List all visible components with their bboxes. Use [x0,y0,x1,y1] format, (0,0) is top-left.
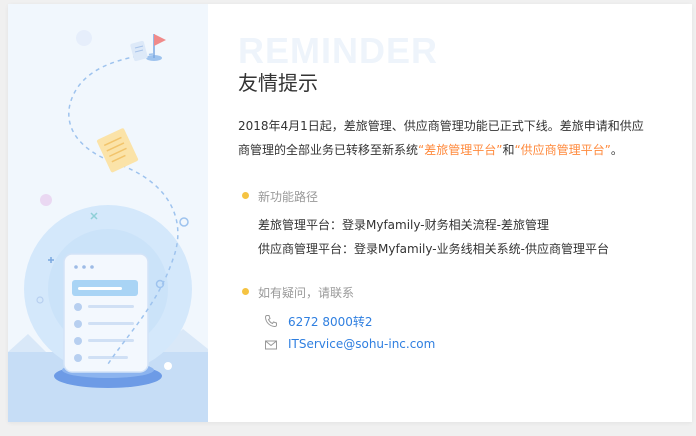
notice-line-2: 商管理的全部业务已转移至新系统“差旅管理平台”和“供应商管理平台”。 [238,138,658,162]
reminder-card: REMINDER 友情提示 2018年4月1日起，差旅管理、供应商管理功能已正式… [8,4,692,422]
page-title: 友情提示 [238,71,318,95]
contact-phone[interactable]: 6272 8000转2 [288,313,373,330]
notice-paragraph: 2018年4月1日起，差旅管理、供应商管理功能已正式下线。差旅申请和供应 商管理… [238,114,658,162]
bullet-dot [242,288,249,295]
watermark-text: REMINDER [238,30,439,71]
content-panel: REMINDER 友情提示 2018年4月1日起，差旅管理、供应商管理功能已正式… [238,4,678,422]
bullet-dot [242,192,249,199]
mail-icon [264,337,278,351]
notice-line-1: 2018年4月1日起，差旅管理、供应商管理功能已正式下线。差旅申请和供应 [238,119,644,133]
highlight-travel-platform: “差旅管理平台” [418,143,503,157]
illustration [8,4,208,422]
notice-joiner: 和 [502,143,515,157]
contact-email-link[interactable]: ITService@sohu-inc.com [288,337,435,351]
contact-label: 如有疑问，请联系 [258,286,355,300]
phone-icon [264,313,278,328]
highlight-supplier-platform: “供应商管理平台” [514,143,611,157]
new-paths-label: 新功能路径 [258,190,319,204]
path-item-supplier: 供应商管理平台：登录Myfamily-业务线相关系统-供应商管理平台 [258,242,609,256]
notice-line-2-prefix: 商管理的全部业务已转移至新系统 [238,143,419,157]
notice-end: 。 [610,143,623,157]
path-item-travel: 差旅管理平台：登录Myfamily-财务相关流程-差旅管理 [258,218,549,232]
